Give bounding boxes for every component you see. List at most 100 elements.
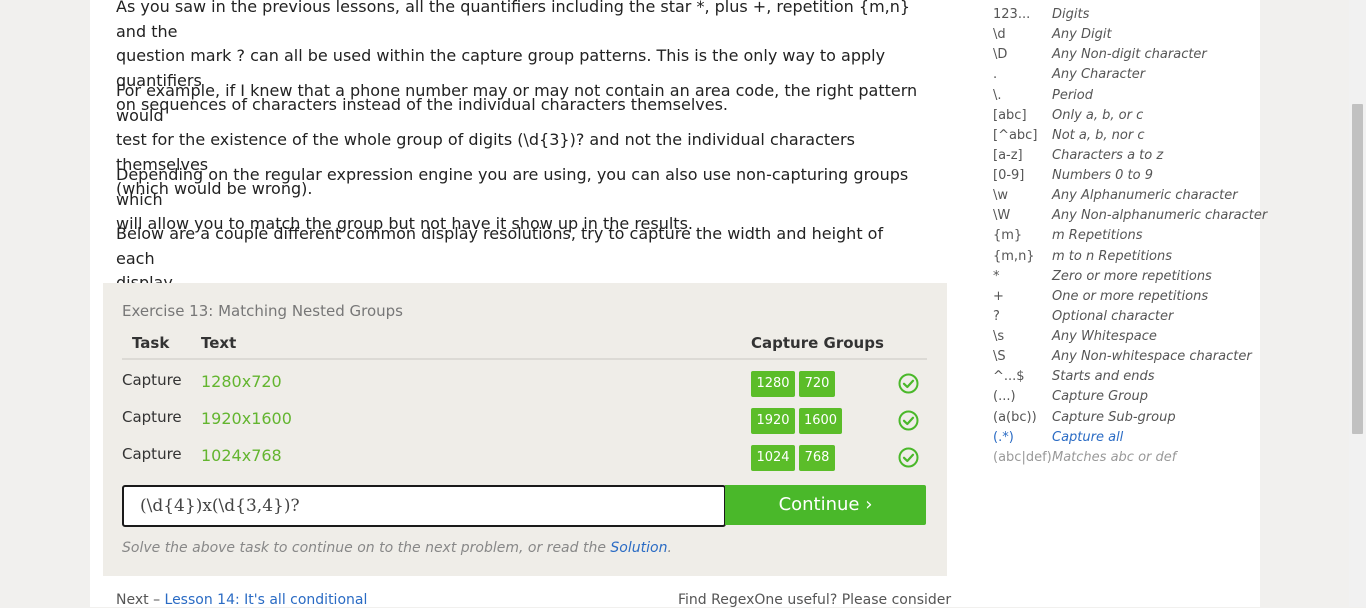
- hint-suffix: .: [667, 540, 672, 556]
- header-divider: [122, 358, 927, 360]
- row-2-group-1: 1920: [751, 408, 795, 434]
- check-circle-icon: [898, 410, 919, 431]
- cheatsheet-symbol: (abc|def): [993, 449, 1052, 465]
- next-lesson-link[interactable]: Lesson 14: It's all conditional: [165, 592, 368, 608]
- cheatsheet-row[interactable]: (abc|def) Matches abc or def: [993, 448, 1263, 468]
- cheatsheet-description: Optional character: [1052, 308, 1174, 324]
- cheatsheet-description: Period: [1052, 87, 1093, 103]
- cheatsheet-row[interactable]: \d Any Digit: [993, 25, 1263, 45]
- para4-line1: Below are a couple different common disp…: [116, 224, 884, 268]
- exercise-title: Exercise 13: Matching Nested Groups: [122, 302, 403, 320]
- solution-link[interactable]: Solution: [610, 540, 667, 556]
- cheatsheet-symbol: \.: [993, 87, 1002, 103]
- regex-input-wrapper: [122, 485, 726, 527]
- cheatsheet-description: Capture Group: [1052, 389, 1148, 405]
- row-1-text: 1280x720: [201, 372, 282, 391]
- para3-line1: Depending on the regular expression engi…: [116, 165, 909, 209]
- cheatsheet-description: Numbers 0 to 9: [1052, 168, 1153, 184]
- row-3-text: 1024x768: [201, 446, 282, 465]
- column-header-task: Task: [132, 334, 170, 352]
- row-3-group-1: 1024: [751, 445, 795, 471]
- column-header-text: Text: [201, 334, 237, 352]
- cheatsheet-description: Any Non-digit character: [1052, 47, 1207, 63]
- row-2-group-2: 1600: [799, 408, 842, 434]
- cheatsheet-symbol: +: [993, 288, 1004, 304]
- cheatsheet-symbol: \S: [993, 349, 1006, 365]
- row-1-task: Capture: [122, 371, 182, 389]
- row-2-text: 1920x1600: [201, 409, 292, 428]
- cheatsheet-symbol: (...): [993, 389, 1016, 405]
- para2-line1: For example, if I knew that a phone numb…: [116, 81, 918, 125]
- cheatsheet-row[interactable]: [a-z] Characters a to z: [993, 146, 1263, 166]
- column-header-capture-groups: Capture Groups: [751, 334, 884, 352]
- cheatsheet-description: Any Character: [1052, 67, 1146, 83]
- cheatsheet-row[interactable]: \S Any Non-whitespace character: [993, 347, 1263, 367]
- cheatsheet-description: Not a, b, nor c: [1052, 127, 1145, 143]
- cheatsheet-row[interactable]: 123... Digits: [993, 5, 1263, 25]
- regex-input[interactable]: [124, 487, 720, 525]
- cheatsheet-row[interactable]: * Zero or more repetitions: [993, 267, 1263, 287]
- cheatsheet-symbol: \s: [993, 329, 1005, 345]
- solution-hint: Solve the above task to continue on to t…: [122, 540, 672, 556]
- row-3-group-2: 768: [799, 445, 835, 471]
- cheatsheet-description: Characters a to z: [1052, 147, 1164, 163]
- cheatsheet-row[interactable]: + One or more repetitions: [993, 287, 1263, 307]
- cheatsheet-description: m to n Repetitions: [1052, 248, 1173, 264]
- cheatsheet-symbol: \d: [993, 27, 1006, 43]
- cheatsheet-symbol: 123...: [993, 7, 1031, 22]
- row-3-task: Capture: [122, 445, 182, 463]
- cheatsheet-row[interactable]: \w Any Alphanumeric character: [993, 186, 1263, 206]
- cheatsheet-symbol: ?: [993, 308, 1000, 324]
- cheatsheet-symbol: (.*): [993, 429, 1014, 445]
- cheatsheet-description: Starts and ends: [1052, 369, 1155, 385]
- continue-button[interactable]: Continue ›: [725, 485, 926, 525]
- cheatsheet-symbol: {m}: [993, 228, 1023, 244]
- cheatsheet-description: Any Alphanumeric character: [1052, 188, 1238, 204]
- cheatsheet-row[interactable]: ^...$ Starts and ends: [993, 367, 1263, 387]
- next-lesson: Next – Lesson 14: It's all conditional: [116, 592, 367, 608]
- cheatsheet-symbol: \D: [993, 47, 1008, 63]
- cheatsheet-row[interactable]: [^abc] Not a, b, nor c: [993, 126, 1263, 146]
- para1-line1: As you saw in the previous lessons, all …: [116, 0, 911, 41]
- cheatsheet-row[interactable]: \. Period: [993, 86, 1263, 106]
- check-circle-icon: [898, 373, 919, 394]
- cheatsheet-symbol: ^...$: [993, 369, 1025, 385]
- cheatsheet-description: Any Digit: [1052, 27, 1112, 43]
- cheatsheet-description: Only a, b, or c: [1052, 107, 1144, 123]
- cheatsheet-row[interactable]: \s Any Whitespace: [993, 327, 1263, 347]
- cheatsheet-symbol: {m,n}: [993, 248, 1035, 264]
- hint-text: Solve the above task to continue on to t…: [122, 540, 611, 556]
- cheatsheet-description: Any Non-alphanumeric character: [1052, 208, 1268, 224]
- cheatsheet-row[interactable]: (a(bc)) Capture Sub-group: [993, 408, 1263, 428]
- check-circle-icon: [898, 447, 919, 468]
- cheatsheet-description: Zero or more repetitions: [1052, 268, 1212, 284]
- cheatsheet-symbol: \W: [993, 208, 1011, 224]
- cheatsheet-symbol: [a-z]: [993, 147, 1023, 163]
- cheatsheet-description: Matches abc or def: [1052, 449, 1177, 465]
- cheatsheet-description: Any Non-whitespace character: [1052, 349, 1252, 365]
- cheatsheet-row[interactable]: ? Optional character: [993, 307, 1263, 327]
- cheatsheet-row[interactable]: \W Any Non-alphanumeric character: [993, 206, 1267, 226]
- cheatsheet-description: One or more repetitions: [1052, 288, 1209, 304]
- cheatsheet-row[interactable]: [0-9] Numbers 0 to 9: [993, 166, 1263, 186]
- cheatsheet-row[interactable]: [abc] Only a, b, or c: [993, 106, 1263, 126]
- cheatsheet-description: Any Whitespace: [1052, 329, 1157, 345]
- cheatsheet-row[interactable]: (...) Capture Group: [993, 387, 1263, 407]
- cheatsheet-symbol: *: [993, 268, 1000, 284]
- cheatsheet-description: Digits: [1052, 7, 1090, 22]
- cheatsheet-description: Capture all: [1052, 429, 1124, 445]
- cheatsheet-row[interactable]: {m,n} m to n Repetitions: [993, 247, 1263, 267]
- cheatsheet-row[interactable]: (.*) Capture all: [993, 428, 1263, 448]
- cheatsheet-symbol: [0-9]: [993, 168, 1025, 184]
- support-text: Find RegexOne useful? Please consider: [678, 592, 952, 608]
- cheatsheet-symbol: .: [993, 67, 998, 83]
- row-1-group-2: 720: [799, 371, 835, 397]
- cheatsheet-description: Capture Sub-group: [1052, 409, 1176, 425]
- cheatsheet-row[interactable]: {m} m Repetitions: [993, 226, 1263, 246]
- row-2-task: Capture: [122, 408, 182, 426]
- cheatsheet-row[interactable]: \D Any Non-digit character: [993, 45, 1263, 65]
- scrollbar-thumb[interactable]: [1352, 104, 1363, 434]
- cheatsheet-symbol: [abc]: [993, 107, 1027, 123]
- cheatsheet-row[interactable]: . Any Character: [993, 65, 1263, 85]
- next-prefix: Next –: [116, 592, 165, 608]
